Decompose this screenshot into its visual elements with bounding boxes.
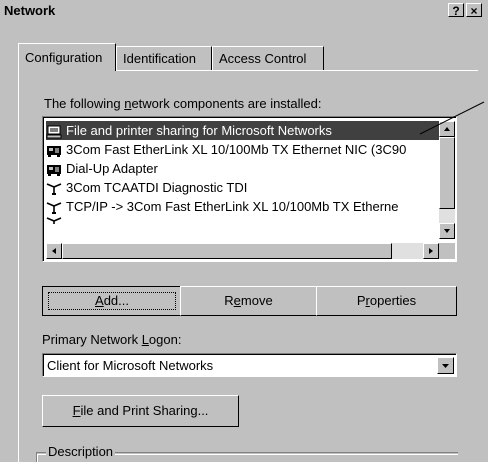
chevron-down-icon — [442, 364, 449, 368]
scroll-corner — [439, 243, 455, 259]
protocol-icon — [46, 201, 62, 214]
list-item[interactable]: TCP/IP -> 3Com Fast EtherLink XL 10/100M… — [46, 197, 454, 216]
tab-configuration[interactable]: Configuration — [18, 43, 116, 71]
list-item[interactable]: File and printer sharing for Microsoft N… — [46, 121, 454, 140]
list-item[interactable]: Dial-Up Adapter — [46, 159, 454, 178]
logon-label: Primary Network Logon: — [42, 332, 182, 347]
components-list[interactable]: File and printer sharing for Microsoft N… — [42, 116, 457, 262]
properties-button[interactable]: Properties — [316, 286, 457, 316]
tab-identification[interactable]: Identification — [116, 46, 212, 70]
add-button[interactable]: Add... — [42, 286, 182, 316]
help-button[interactable]: ? — [448, 3, 464, 18]
title-bar[interactable]: Network ? × — [0, 0, 488, 22]
arrow-down-icon — [444, 229, 450, 233]
window-title: Network — [4, 3, 56, 18]
network-dialog: Network ? × Configuration Identification… — [0, 0, 488, 462]
list-item[interactable]: 3Com Fast EtherLink XL 10/100Mb TX Ether… — [46, 140, 454, 159]
logon-select[interactable]: Client for Microsoft Networks — [42, 353, 457, 377]
window-edge — [478, 22, 488, 462]
logon-value: Client for Microsoft Networks — [47, 358, 214, 373]
protocol-icon — [46, 182, 62, 195]
file-print-sharing-button[interactable]: File and Print Sharing... — [42, 395, 239, 427]
close-button[interactable]: × — [466, 3, 482, 18]
scroll-thumb[interactable] — [439, 137, 455, 209]
list-item-partial — [46, 216, 454, 224]
dropdown-button[interactable] — [437, 357, 454, 374]
callout-line — [419, 101, 485, 135]
remove-button[interactable]: Remove — [180, 286, 317, 316]
focus-rect — [48, 292, 176, 310]
tab-access-control[interactable]: Access Control — [212, 46, 324, 70]
network-adapter-icon — [47, 145, 61, 157]
scroll-down-button[interactable] — [439, 223, 455, 239]
protocol-icon — [46, 217, 62, 224]
network-adapter-icon — [47, 164, 61, 176]
components-label: The following network components are ins… — [44, 96, 322, 111]
description-label: Description — [46, 444, 116, 459]
arrow-left-icon — [52, 248, 56, 254]
scroll-thumb-horizontal[interactable] — [62, 243, 392, 259]
arrow-right-icon — [429, 248, 433, 254]
list-item[interactable]: 3Com TCAATDI Diagnostic TDI — [46, 178, 454, 197]
scroll-left-button[interactable] — [46, 243, 62, 259]
scroll-right-button[interactable] — [423, 243, 439, 259]
horizontal-scrollbar[interactable] — [46, 243, 439, 259]
sharing-service-icon — [46, 125, 62, 139]
